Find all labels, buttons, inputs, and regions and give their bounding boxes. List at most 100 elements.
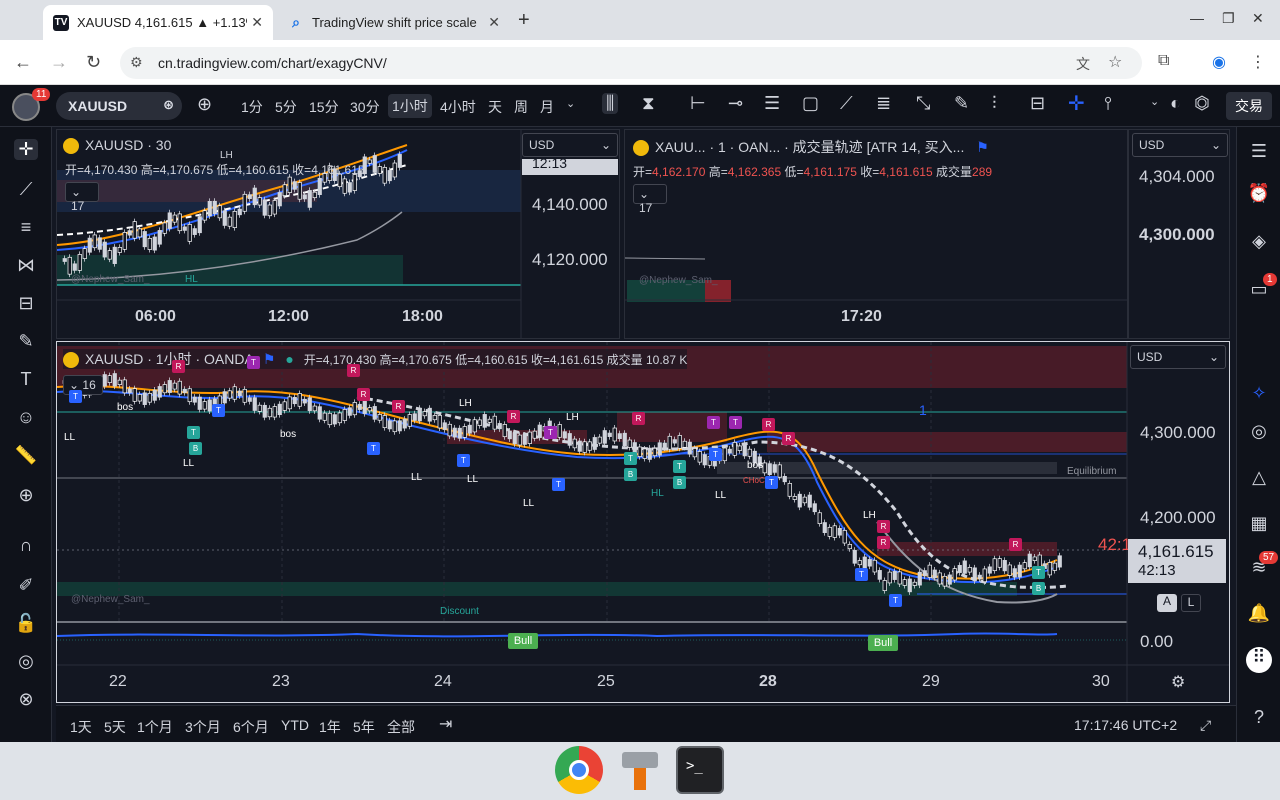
flag-icon[interactable]: ⚑	[263, 351, 276, 367]
bell-icon[interactable]: 🔔	[1246, 603, 1272, 624]
ruler-icon[interactable]: 📏	[14, 445, 38, 466]
emoji-icon[interactable]: ☺	[14, 407, 38, 428]
pattern-icon[interactable]: ⋈	[14, 255, 38, 276]
currency-select[interactable]: USD ⌄	[522, 133, 618, 157]
interval-week[interactable]: 周	[514, 97, 528, 117]
brush-icon[interactable]: ✎	[954, 93, 969, 114]
omnibox[interactable]: ⚙ cn.tradingview.com/chart/exagyCNV/ 文 ☆	[120, 47, 1142, 79]
compare-add-icon[interactable]: ⊕	[197, 94, 212, 115]
currency-select[interactable]: USD ⌄	[1130, 345, 1226, 369]
long-position-icon[interactable]: ⫯	[1104, 93, 1112, 114]
zoom-icon[interactable]: ⊕	[14, 485, 38, 506]
terminal-icon[interactable]: >_	[676, 746, 724, 794]
tab-xauusd[interactable]: TV XAUUSD 4,161.615 ▲ +1.13% ✕	[43, 5, 273, 40]
extensions-icon[interactable]: ⧉	[1158, 52, 1169, 70]
chrome-icon[interactable]	[555, 746, 603, 794]
translate-icon[interactable]: 文	[1076, 54, 1090, 74]
interval-day[interactable]: 天	[488, 97, 502, 117]
auto-scale-button[interactable]: A	[1157, 594, 1177, 612]
text-icon[interactable]: T	[14, 369, 38, 390]
interval-month[interactable]: 月	[540, 97, 554, 117]
symbol-search-button[interactable]: XAUUSD ⊛	[56, 92, 182, 120]
forecast-icon[interactable]: ⊟	[14, 293, 38, 314]
trend-line-icon[interactable]: ⟋	[14, 179, 38, 200]
lock-drawing-icon[interactable]: ✐	[14, 575, 38, 596]
fib-icon[interactable]: ≡	[14, 217, 38, 238]
menu-icon[interactable]: ⋮	[1250, 52, 1266, 72]
globe-icon[interactable]: ⊗	[14, 689, 38, 710]
price-scale-pane[interactable]: USD ⌄ 4,304.000 4,300.000	[1128, 129, 1230, 339]
horizontal-line-icon[interactable]: ⊸	[728, 93, 743, 114]
ruler-icon[interactable]: ⊟	[1030, 93, 1045, 114]
alert-icon[interactable]: ⏣	[1194, 93, 1210, 114]
forward-icon[interactable]: →	[50, 52, 68, 73]
theme-icon[interactable]: ◐	[1170, 93, 1181, 114]
tab-search[interactable]: ⌕ TradingView shift price scale ✕	[278, 5, 510, 40]
eye-icon[interactable]: ⊛	[163, 97, 174, 113]
range-all[interactable]: 全部	[387, 717, 415, 737]
minimize-icon[interactable]: —	[1190, 10, 1204, 26]
restore-icon[interactable]: ❐	[1222, 10, 1235, 27]
interval-4h[interactable]: 4小时	[440, 97, 476, 117]
lock-icon[interactable]: 🔓	[14, 613, 38, 634]
interval-1h[interactable]: 1小时	[388, 94, 432, 118]
reload-icon[interactable]: ↻	[86, 52, 101, 73]
bookmark-star-icon[interactable]: ☆	[1108, 52, 1122, 72]
path-icon[interactable]: ⤡	[916, 93, 930, 114]
main-chart-pane[interactable]: XAUUSD · 1小时 · OANDA ⚑ ● 开=4,170.430 高=4…	[56, 341, 1230, 703]
range-5y[interactable]: 5年	[353, 717, 375, 737]
alarm-icon[interactable]: ⏰	[1246, 183, 1272, 204]
trend-line-icon[interactable]: ⟋	[840, 93, 853, 114]
pitchfork-icon[interactable]: ⫶	[992, 93, 997, 114]
crosshair-line-icon[interactable]: ⊢	[690, 93, 706, 114]
site-info-icon[interactable]: ⚙	[130, 54, 143, 71]
fullscreen-icon[interactable]: ⤢	[1200, 717, 1211, 734]
close-tab-icon[interactable]: ✕	[488, 14, 500, 31]
candle-style-icon[interactable]: ⫼	[602, 93, 619, 114]
trade-button[interactable]: 交易	[1226, 92, 1272, 120]
interval-15m[interactable]: 15分	[309, 97, 339, 117]
apps-grid-icon[interactable]: ⠿	[1246, 647, 1272, 673]
visibility-icon[interactable]: ◎	[14, 651, 38, 672]
range-1y[interactable]: 1年	[319, 717, 341, 737]
profile-icon[interactable]: ◉	[1212, 52, 1226, 72]
magnet-icon[interactable]: ∩	[14, 535, 38, 556]
ai-spark-icon[interactable]: ✧	[1246, 383, 1272, 404]
target-icon[interactable]: ◎	[1246, 421, 1272, 442]
range-5d[interactable]: 5天	[104, 717, 126, 737]
range-6m[interactable]: 6个月	[233, 717, 269, 737]
help-icon[interactable]: ?	[1246, 707, 1272, 728]
interval-5m[interactable]: 5分	[275, 97, 297, 117]
clock[interactable]: 17:17:46 UTC+2	[1074, 717, 1177, 733]
interval-30m[interactable]: 30分	[350, 97, 380, 117]
indicators-toggle[interactable]: ⌄ 17	[633, 184, 667, 215]
goto-date-icon[interactable]: ⇥	[439, 714, 452, 734]
log-scale-button[interactable]: L	[1181, 594, 1201, 612]
watchlist-icon[interactable]: ☰	[1246, 141, 1272, 162]
chart-pane-1m[interactable]: XAUU... · 1 · OAN... · 成交量轨迹 [ATR 14, 买入…	[624, 129, 1128, 339]
rectangle-icon[interactable]: ▢	[802, 93, 819, 114]
chevron-down-icon[interactable]: ⌄	[566, 97, 575, 110]
new-tab-button[interactable]: +	[518, 9, 530, 32]
fib-icon[interactable]: ≣	[876, 93, 891, 114]
indicators-icon[interactable]: ⧗	[642, 93, 655, 114]
calendar-icon[interactable]: ▦	[1246, 513, 1272, 534]
parallel-channel-icon[interactable]: ☰	[764, 93, 780, 114]
ideas-icon[interactable]: △	[1246, 467, 1272, 488]
chart-pane-30m[interactable]: XAUUSD · 30 开=4,170.430 高=4,170.675 低=4,…	[56, 129, 620, 339]
back-icon[interactable]: ←	[14, 52, 32, 73]
crosshair-icon[interactable]: ✛	[1068, 91, 1085, 116]
crosshair-icon[interactable]: ✛	[14, 139, 38, 160]
range-ytd[interactable]: YTD	[281, 717, 309, 733]
chevron-down-icon[interactable]: ⌄	[1150, 95, 1159, 108]
indicators-toggle[interactable]: ⌄ 17	[65, 182, 99, 213]
flag-icon[interactable]: ⚑	[976, 139, 989, 155]
interval-1m[interactable]: 1分	[241, 97, 263, 117]
range-1m[interactable]: 1个月	[137, 717, 173, 737]
range-1d[interactable]: 1天	[70, 717, 92, 737]
close-tab-icon[interactable]: ✕	[251, 14, 263, 31]
close-window-icon[interactable]: ✕	[1252, 10, 1264, 27]
tools-icon[interactable]	[616, 746, 664, 794]
layers-icon[interactable]: ◈	[1246, 231, 1272, 252]
settings-gear-icon[interactable]: ⚙	[1171, 672, 1185, 692]
